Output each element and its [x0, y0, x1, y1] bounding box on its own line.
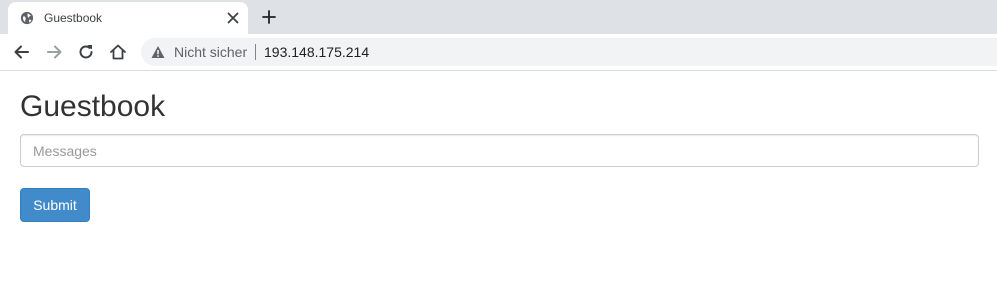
- home-icon[interactable]: [108, 42, 128, 62]
- warning-icon[interactable]: [151, 45, 165, 59]
- message-input[interactable]: [20, 134, 979, 167]
- tab-strip: Guestbook: [0, 0, 997, 34]
- address-separator: [255, 44, 256, 60]
- globe-icon: [20, 11, 34, 25]
- url-text[interactable]: 193.148.175.214: [264, 44, 369, 60]
- close-icon[interactable]: [226, 11, 240, 25]
- tab-title: Guestbook: [44, 11, 103, 25]
- back-arrow-icon[interactable]: [12, 42, 32, 62]
- browser-window: Guestbook Nicht sicher 193.148.175.214 G…: [0, 0, 997, 294]
- submit-button[interactable]: Submit: [20, 188, 90, 222]
- page-content: Guestbook Submit: [0, 71, 997, 294]
- reload-icon[interactable]: [76, 42, 96, 62]
- new-tab-icon[interactable]: [261, 9, 277, 25]
- page-title: Guestbook: [20, 90, 166, 123]
- security-status[interactable]: Nicht sicher: [174, 44, 247, 60]
- address-bar[interactable]: Nicht sicher 193.148.175.214: [141, 38, 997, 66]
- tab-guestbook[interactable]: Guestbook: [8, 2, 248, 34]
- forward-arrow-icon[interactable]: [44, 42, 64, 62]
- browser-toolbar: Nicht sicher 193.148.175.214: [0, 34, 997, 71]
